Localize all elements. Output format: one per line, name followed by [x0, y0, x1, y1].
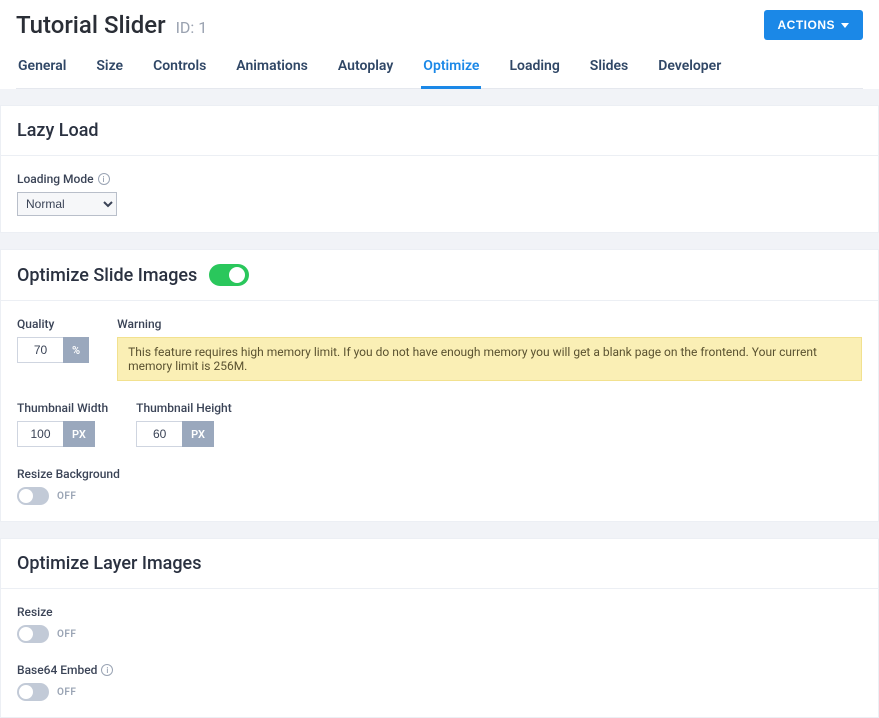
thumb-width-input[interactable] — [17, 421, 63, 447]
section-title-optimize-layer: Optimize Layer Images — [17, 553, 201, 574]
base64-toggle[interactable] — [17, 683, 49, 701]
resize-state: OFF — [57, 629, 76, 640]
resize-background-label: Resize Background — [17, 467, 862, 481]
loading-mode-select[interactable]: Normal — [17, 192, 117, 216]
quality-input[interactable] — [17, 337, 63, 363]
section-title-lazy-load: Lazy Load — [17, 120, 99, 141]
tab-controls[interactable]: Controls — [151, 48, 208, 89]
tab-developer[interactable]: Developer — [656, 48, 723, 89]
thumb-height-input[interactable] — [136, 421, 182, 447]
loading-mode-label: Loading Mode — [17, 172, 94, 186]
actions-button[interactable]: ACTIONS — [764, 10, 864, 40]
actions-button-label: ACTIONS — [778, 18, 836, 32]
base64-label: Base64 Embed — [17, 663, 97, 677]
thumb-width-label: Thumbnail Width — [17, 401, 108, 415]
tab-loading[interactable]: Loading — [507, 48, 561, 89]
resize-label: Resize — [17, 605, 862, 619]
base64-state: OFF — [57, 687, 76, 698]
resize-background-toggle[interactable] — [17, 487, 49, 505]
thumb-height-label: Thumbnail Height — [136, 401, 232, 415]
optimize-slide-toggle[interactable] — [209, 264, 249, 286]
page-title: Tutorial Slider — [16, 11, 166, 39]
section-title-optimize-slide: Optimize Slide Images — [17, 265, 197, 286]
tab-general[interactable]: General — [16, 48, 68, 89]
quality-label: Quality — [17, 317, 89, 331]
info-icon[interactable]: i — [98, 173, 110, 185]
tabs: General Size Controls Animations Autopla… — [16, 48, 863, 89]
info-icon[interactable]: i — [101, 664, 113, 676]
page-id: ID: 1 — [176, 18, 208, 37]
warning-label: Warning — [117, 317, 862, 331]
thumb-height-unit: PX — [182, 421, 214, 447]
quality-unit: % — [63, 337, 89, 363]
tab-size[interactable]: Size — [94, 48, 125, 89]
resize-toggle[interactable] — [17, 625, 49, 643]
tab-optimize[interactable]: Optimize — [421, 48, 481, 89]
thumb-width-unit: PX — [63, 421, 95, 447]
tab-slides[interactable]: Slides — [588, 48, 630, 89]
tab-animations[interactable]: Animations — [234, 48, 310, 89]
resize-background-state: OFF — [57, 491, 76, 502]
chevron-down-icon — [841, 23, 849, 28]
tab-autoplay[interactable]: Autoplay — [336, 48, 395, 89]
warning-box: This feature requires high memory limit.… — [117, 337, 862, 381]
